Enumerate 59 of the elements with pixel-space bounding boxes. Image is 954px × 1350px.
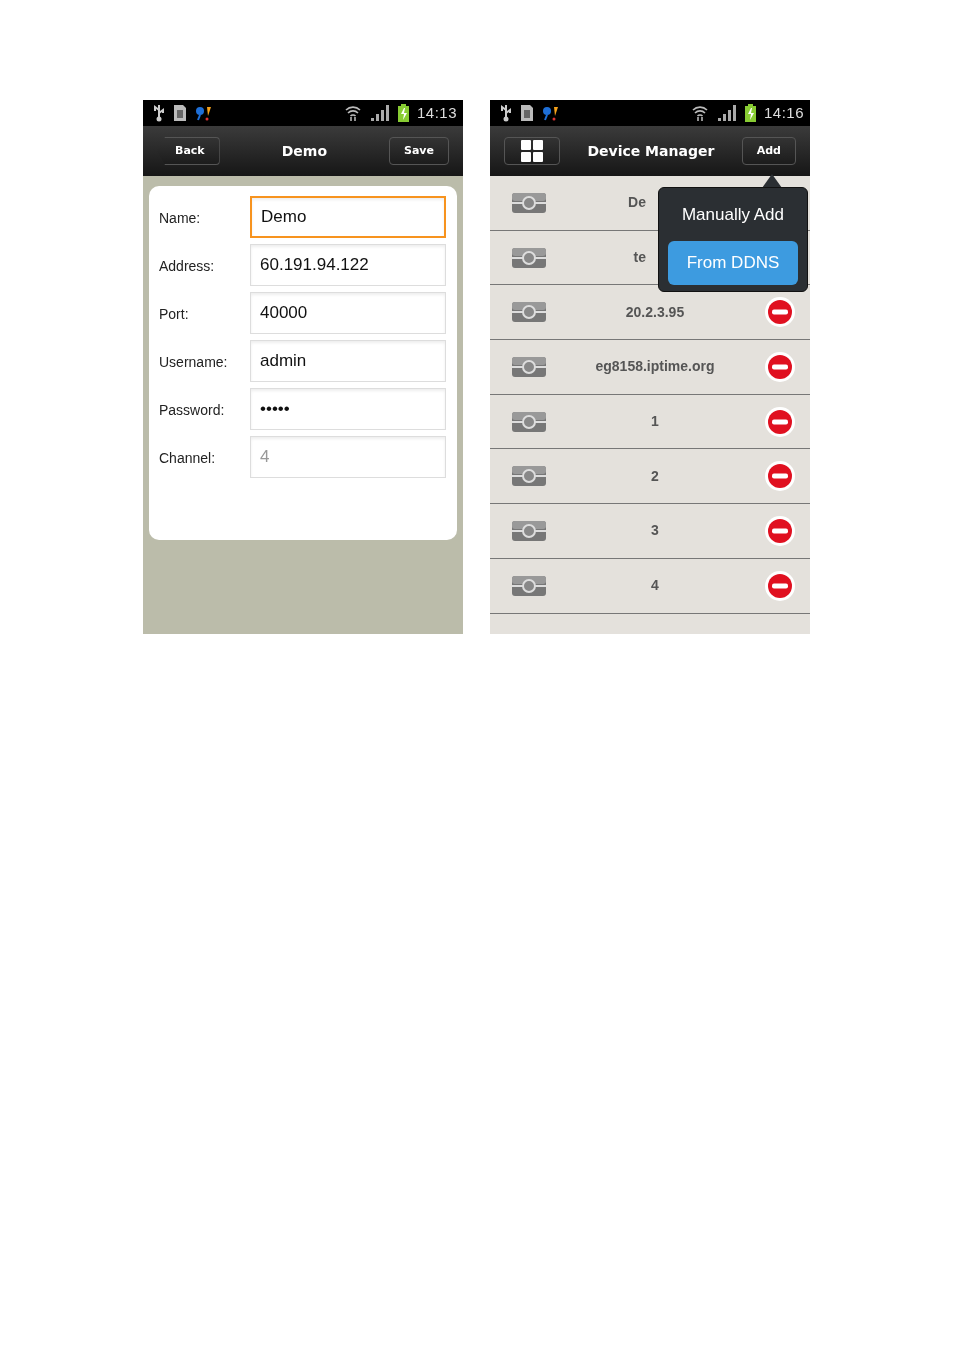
clock-time: 14:16 [763, 102, 804, 123]
input-field[interactable]: 4 [250, 436, 446, 478]
signal-icon [716, 104, 737, 122]
battery-icon [744, 104, 756, 122]
device-name: 4 [651, 577, 659, 594]
sim-card-icon [173, 104, 187, 122]
wifi-icon [343, 104, 362, 122]
camera-icon [512, 411, 546, 432]
device-name: 3 [651, 522, 659, 539]
input-field[interactable]: Demo [250, 196, 446, 238]
device-name: 1 [651, 413, 659, 430]
delete-icon[interactable] [764, 460, 796, 493]
field-label: Channel: [159, 449, 217, 468]
usb-icon [153, 104, 165, 122]
field-label: Username: [159, 353, 229, 372]
camera-icon [512, 247, 546, 268]
device-row[interactable]: eg8158.iptime.org [490, 340, 810, 395]
field-label: Name: [159, 209, 202, 228]
delete-icon[interactable] [764, 296, 796, 329]
camera-icon [512, 356, 546, 377]
device-row[interactable]: 4 [490, 558, 810, 614]
sim-card-icon [520, 104, 534, 122]
app-icon [542, 105, 560, 121]
delete-icon[interactable] [764, 350, 796, 383]
input-field[interactable]: admin [250, 340, 446, 382]
delete-icon[interactable] [764, 405, 796, 438]
camera-icon [512, 302, 546, 323]
wifi-icon [690, 104, 709, 122]
add-button[interactable]: Add [741, 137, 796, 165]
screen-title: Device Manager [587, 141, 715, 161]
device-name: 20.2.3.95 [625, 303, 685, 320]
save-button[interactable]: Save [389, 137, 449, 165]
device-name: 2 [651, 467, 659, 484]
device-row[interactable]: 3 [490, 504, 810, 559]
device-name: te [633, 249, 646, 266]
delete-icon[interactable] [764, 514, 796, 547]
field-label: Password: [159, 401, 226, 420]
field-label: Address: [159, 257, 216, 276]
usb-icon [500, 104, 512, 122]
device-row[interactable]: 1 [490, 394, 810, 450]
delete-icon[interactable] [764, 569, 796, 602]
device-row[interactable]: 2 [490, 449, 810, 505]
camera-icon [512, 575, 546, 596]
signal-icon [369, 104, 390, 122]
input-field[interactable]: 60.191.94.122 [250, 244, 446, 286]
camera-icon [512, 466, 546, 487]
camera-icon [512, 520, 546, 541]
grid-icon [521, 140, 543, 162]
input-field[interactable]: 40000 [250, 292, 446, 334]
device-name: De [628, 194, 646, 211]
input-field[interactable]: ••••• [250, 388, 446, 430]
grid-view-button[interactable] [504, 137, 560, 165]
battery-icon [397, 104, 409, 122]
screen-title: Demo [281, 141, 327, 161]
camera-icon [512, 192, 546, 213]
app-icon [195, 105, 213, 121]
clock-time: 14:13 [416, 102, 457, 123]
device-name: eg8158.iptime.org [595, 358, 715, 375]
field-label: Port: [159, 305, 190, 324]
